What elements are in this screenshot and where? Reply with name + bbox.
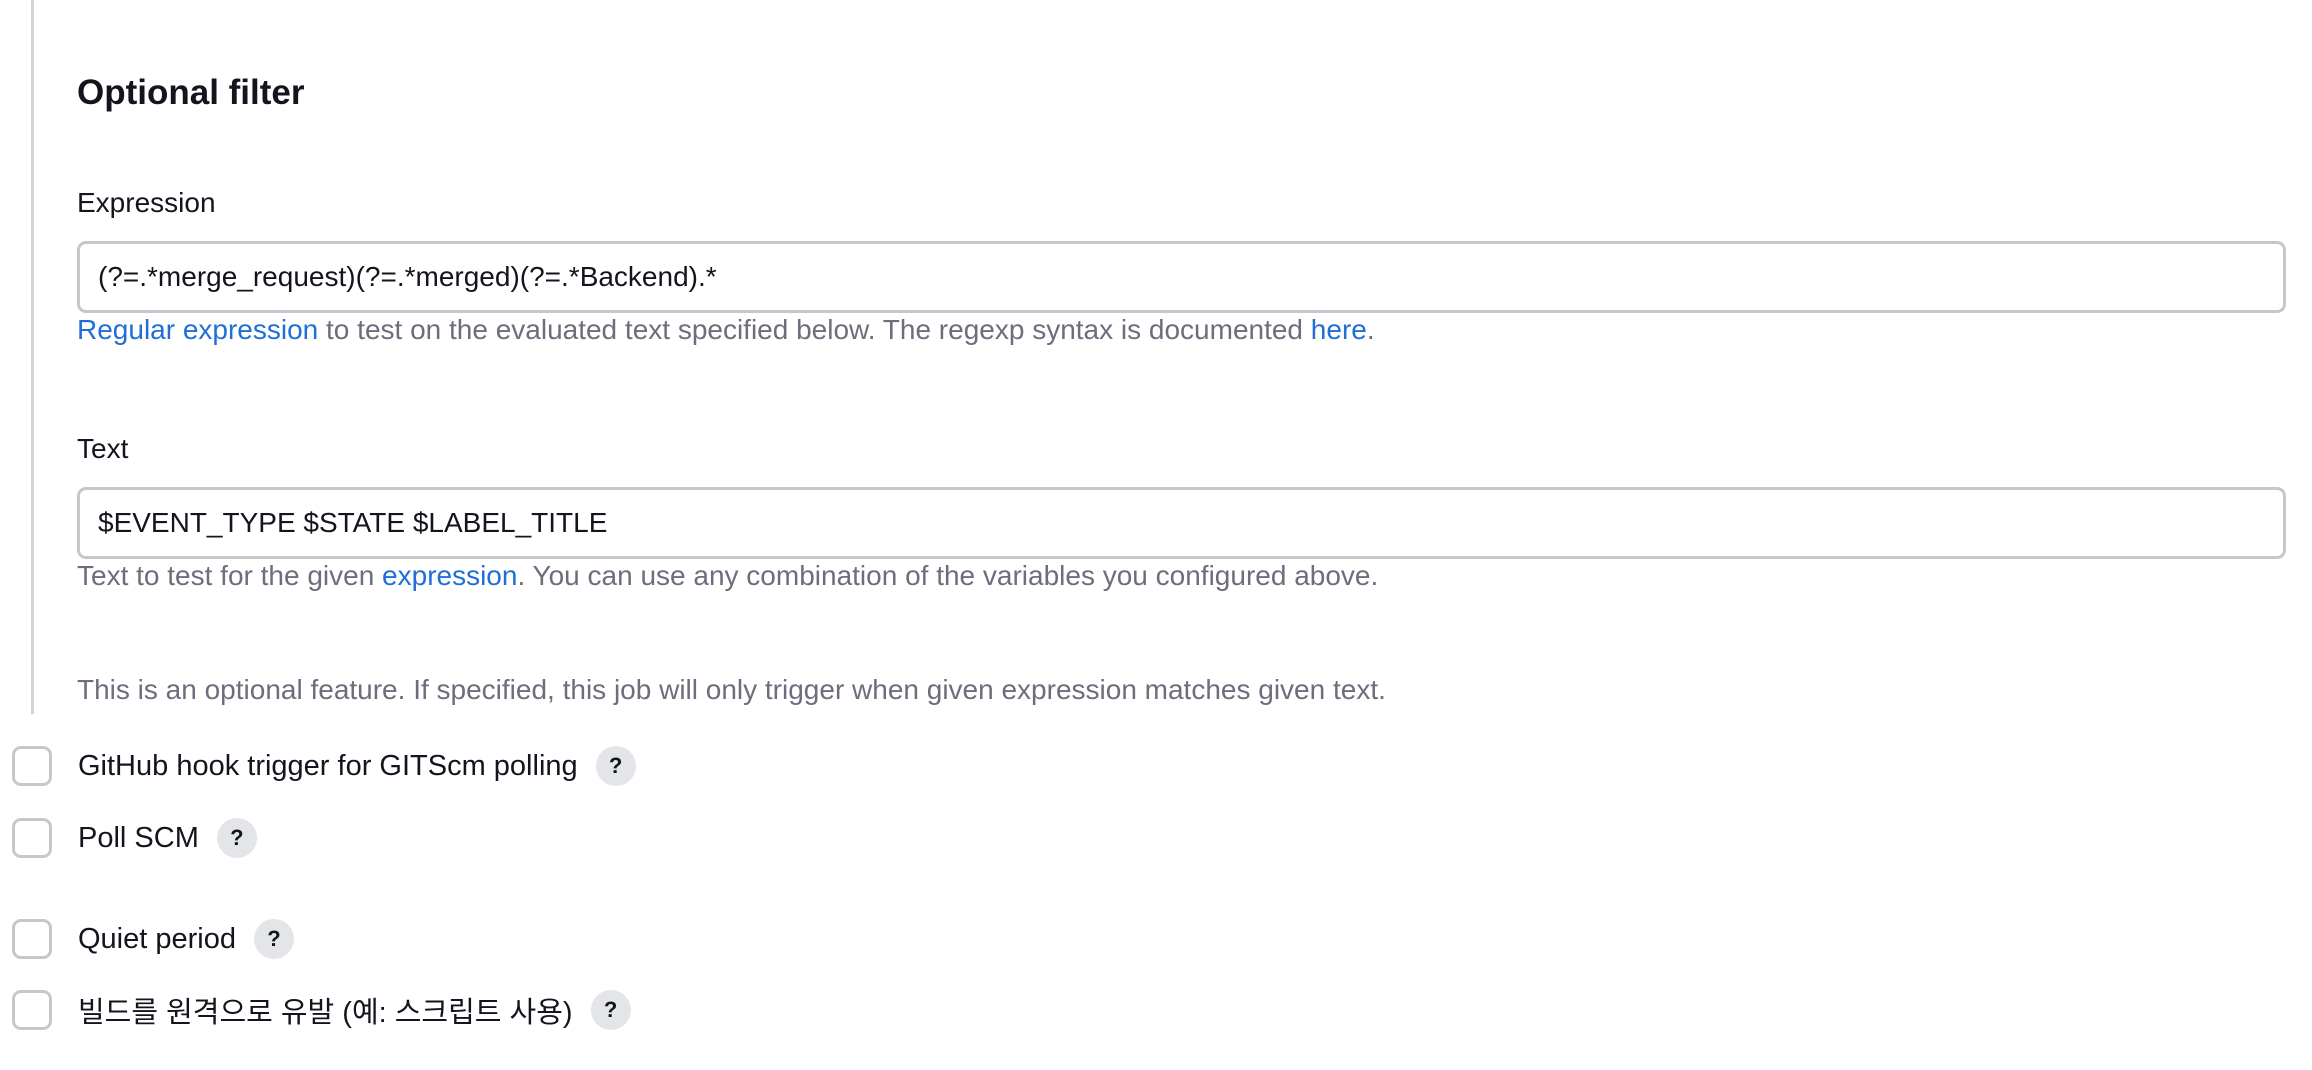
quiet-period-help-icon[interactable]: ? [254,919,294,959]
quiet-period-label[interactable]: Quiet period [78,923,236,956]
text-input[interactable] [77,487,2286,559]
poll-scm-help-icon[interactable]: ? [216,818,257,858]
github-hook-trigger-checkbox[interactable] [12,746,52,786]
poll-scm-checkbox[interactable] [12,818,52,858]
expression-help: Regular expression to test on the evalua… [77,313,1375,347]
text-help-start: Text to test for the given [77,560,383,591]
quiet-period-row: Quiet period ? [12,915,294,963]
quiet-period-checkbox[interactable] [12,919,52,959]
github-hook-trigger-help-icon[interactable]: ? [595,746,636,786]
remote-trigger-row: 빌드를 원격으로 유발 (예: 스크립트 사용) ? [12,986,631,1034]
remote-trigger-checkbox[interactable] [12,990,52,1030]
poll-scm-label[interactable]: Poll SCM [78,822,199,855]
text-help: Text to test for the given expression. Y… [77,559,1378,593]
regexp-docs-link[interactable]: here [1311,314,1367,345]
section-title: Optional filter [77,73,305,112]
poll-scm-row: Poll SCM ? [12,814,257,862]
expression-help-end: . [1366,314,1375,345]
trigger-config-page: Optional filter Expression Regular expre… [0,0,2312,1070]
text-help-end: . You can use any combination of the var… [517,560,1379,591]
expression-label: Expression [77,187,216,218]
remote-trigger-label[interactable]: 빌드를 원격으로 유발 (예: 스크립트 사용) [78,989,573,1031]
remote-trigger-help-icon[interactable]: ? [590,990,631,1030]
optional-feature-note: This is an optional feature. If specifie… [77,674,1386,705]
regular-expression-link[interactable]: Regular expression [77,314,318,345]
github-hook-trigger-row: GitHub hook trigger for GITScm polling ? [12,742,636,790]
github-hook-trigger-label[interactable]: GitHub hook trigger for GITScm polling [78,750,578,783]
expression-help-text: to test on the evaluated text specified … [318,314,1311,345]
expression-link[interactable]: expression [382,560,517,591]
text-label: Text [77,433,129,464]
section-nesting-bar [31,0,34,714]
expression-input[interactable] [77,241,2286,313]
